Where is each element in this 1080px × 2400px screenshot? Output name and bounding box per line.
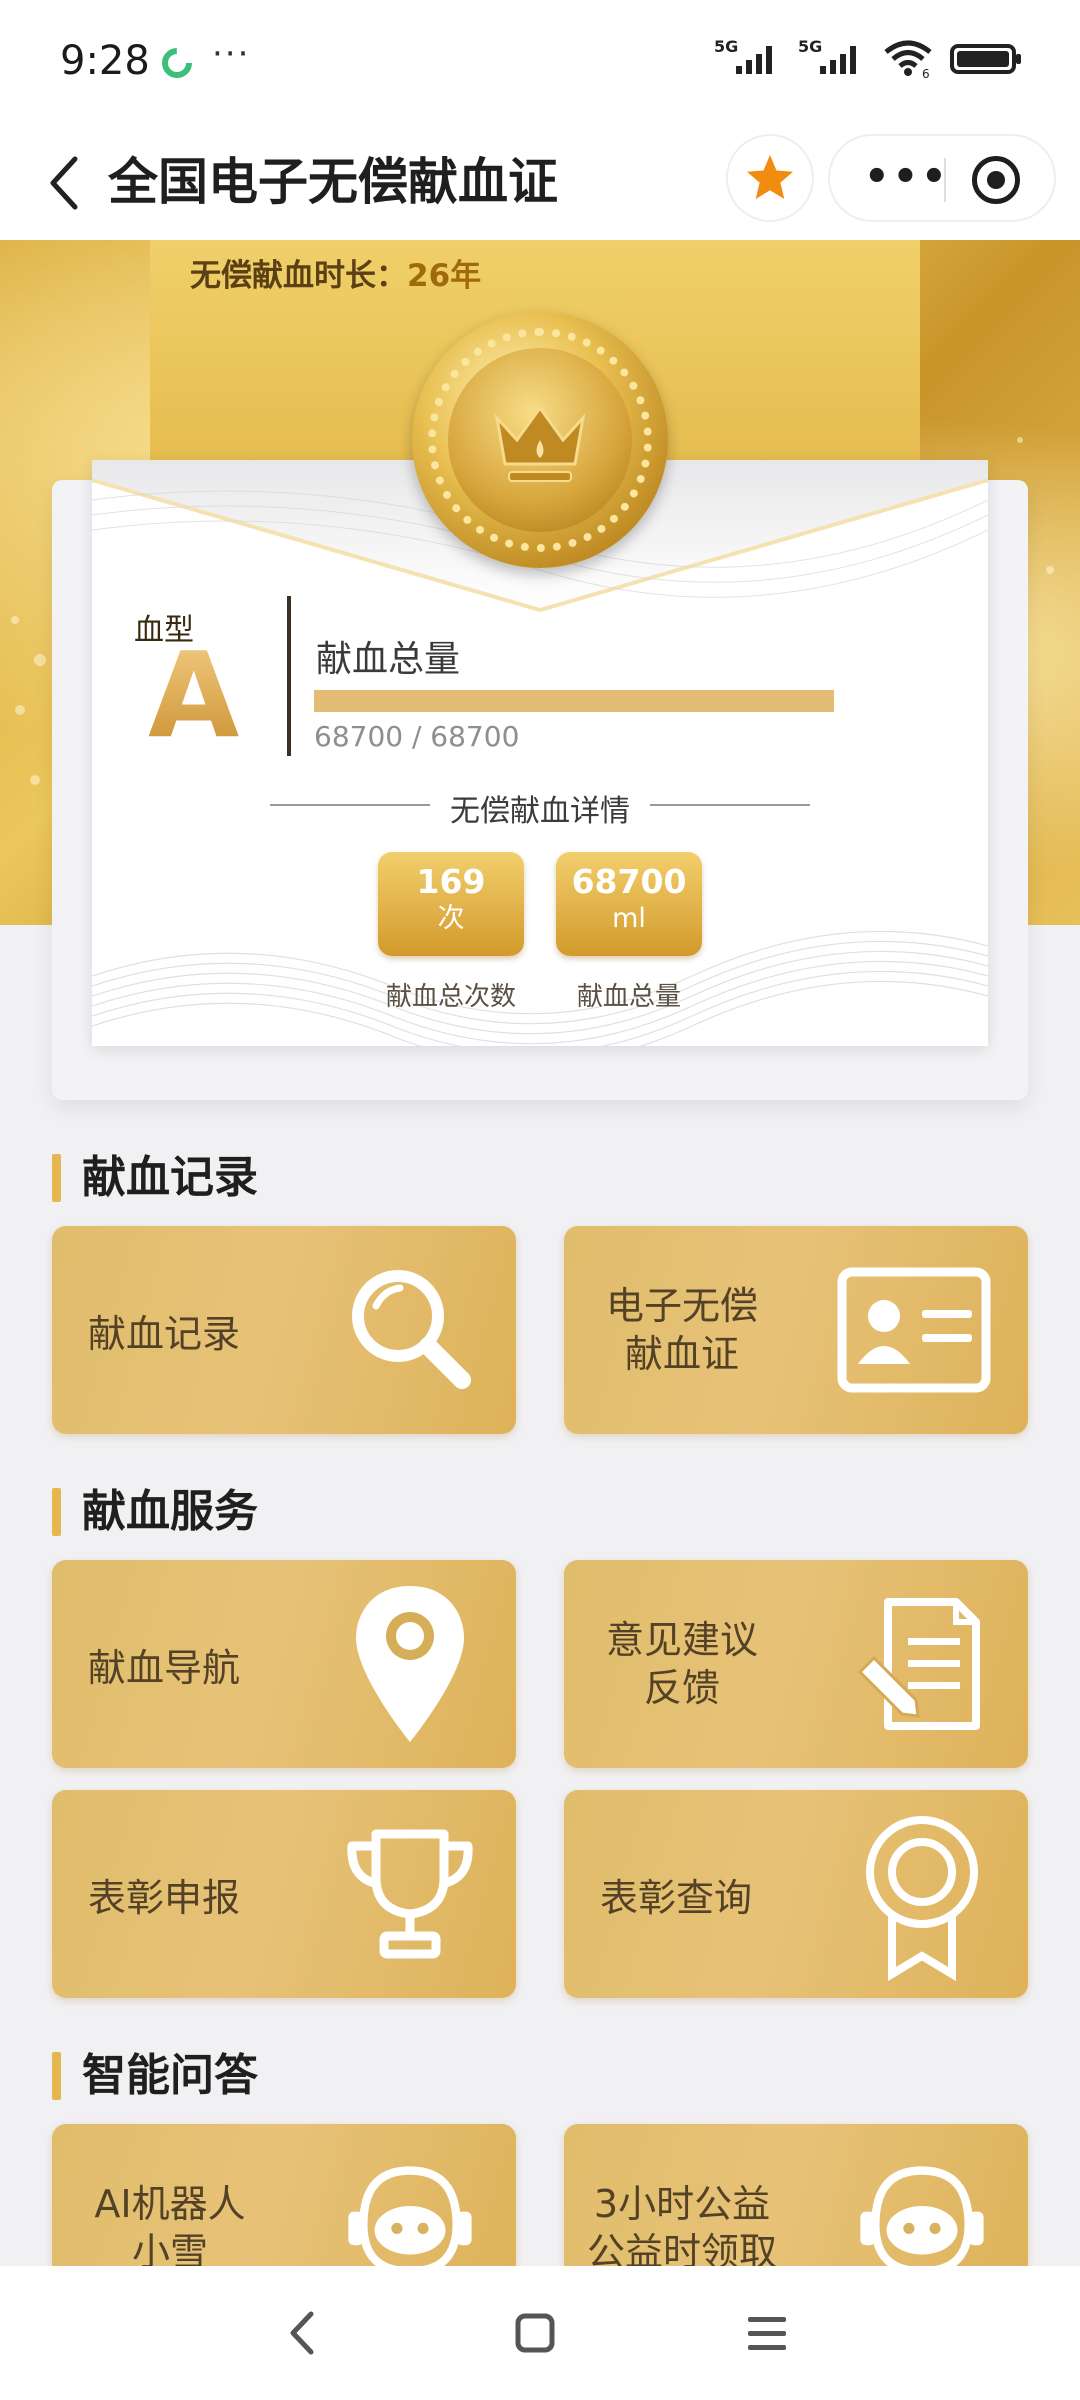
- status-indicators: 5G 5G 6: [714, 38, 1024, 78]
- page-title: 全国电子无偿献血证: [108, 153, 558, 211]
- tile-donation-records[interactable]: 献血记录: [52, 1226, 516, 1434]
- cellular-signal-icon-2: 5G: [798, 38, 856, 74]
- donation-volume-unit: ml: [612, 903, 646, 934]
- tile-volunteer-hours-line1: 3小时公益: [593, 2182, 771, 2226]
- donation-duration: 无偿献血时长：26年: [190, 250, 481, 295]
- donation-count-badge: 169 次: [378, 852, 524, 956]
- status-time: 9:28: [60, 38, 150, 84]
- battery-icon: [950, 44, 1021, 74]
- wifi-icon: 6: [884, 40, 932, 78]
- tile-feedback-line2: 反馈: [643, 1666, 720, 1710]
- network-type-1: 5G: [714, 38, 738, 56]
- donation-progress-bar: [314, 690, 834, 712]
- award-ribbon-icon: [866, 1816, 978, 1982]
- star-icon: [747, 155, 793, 199]
- tile-feedback[interactable]: 意见建议 反馈: [564, 1560, 1028, 1768]
- donation-count-unit: 次: [437, 903, 465, 934]
- section-title-services: 献血服务: [52, 1484, 258, 1540]
- tile-honor-report-label: 表彰申报: [88, 1875, 241, 1920]
- more-options-button[interactable]: •••: [864, 154, 950, 200]
- donation-volume-label: 献血总量: [576, 982, 681, 1012]
- donation-volume-value: 68700: [571, 862, 687, 901]
- favorite-button[interactable]: [726, 134, 814, 222]
- close-program-button[interactable]: [972, 156, 1020, 204]
- donation-details-heading: 无偿献血详情: [270, 786, 810, 829]
- chevron-left-icon: [50, 156, 78, 210]
- magnifier-icon: [352, 1270, 471, 1389]
- donation-progress-text: 68700 / 68700: [314, 720, 520, 753]
- status-more-icon: ···: [212, 34, 251, 74]
- network-type-2: 5G: [798, 38, 822, 56]
- system-navigation-bar: [0, 2266, 1080, 2400]
- wifi-badge: 6: [922, 67, 930, 78]
- heading-line-right: [650, 804, 810, 806]
- system-back-button[interactable]: [270, 2300, 336, 2366]
- back-button[interactable]: [30, 148, 100, 218]
- tile-feedback-label: 意见建议 反馈: [564, 1560, 800, 1768]
- map-pin-icon: [356, 1586, 464, 1742]
- nav-menu-icon: [748, 2317, 786, 2350]
- tile-e-certificate-label: 电子无偿 献血证: [564, 1226, 800, 1434]
- card-wave-pattern: [92, 930, 988, 1046]
- tile-feedback-line1: 意见建议: [605, 1618, 758, 1662]
- medal-face: [448, 348, 632, 532]
- crown-icon: [494, 405, 586, 482]
- system-home-button[interactable]: [502, 2300, 568, 2366]
- blood-type-value: A: [148, 626, 240, 764]
- status-bar: 9:28 ··· 5G 5G 6: [0, 0, 1080, 126]
- tile-ai-robot-line1: AI机器人: [94, 2182, 246, 2226]
- tile-e-certificate[interactable]: 电子无偿 献血证: [564, 1226, 1028, 1434]
- cellular-signal-icon: 5G: [714, 38, 772, 74]
- mini-program-capsule: •••: [828, 134, 1056, 222]
- tile-honor-report[interactable]: 表彰申报: [52, 1790, 516, 1998]
- donation-progress-fill: [314, 690, 834, 712]
- tile-honor-query[interactable]: 表彰查询: [564, 1790, 1028, 1998]
- id-card-icon: [837, 1267, 991, 1393]
- system-menu-button[interactable]: [734, 2300, 800, 2366]
- tile-donation-navigation-label: 献血导航: [88, 1645, 241, 1690]
- card-divider: [287, 596, 291, 756]
- document-edit-icon: [857, 1598, 980, 1730]
- donation-details-title: 无偿献血详情: [450, 794, 630, 829]
- tile-honor-query-label: 表彰查询: [600, 1875, 753, 1920]
- tile-e-certificate-line1: 电子无偿: [605, 1284, 758, 1328]
- tile-e-certificate-line2: 献血证: [624, 1332, 739, 1376]
- section-title-records: 献血记录: [52, 1150, 258, 1206]
- trophy-icon: [347, 1829, 473, 1959]
- donation-total-label: 献血总量: [316, 639, 461, 680]
- donation-volume-badge: 68700 ml: [556, 852, 702, 956]
- nav-back-icon: [290, 2311, 314, 2355]
- duration-label: 无偿献血时长：: [190, 258, 407, 294]
- donation-count-value: 169: [416, 862, 486, 901]
- section-title-qa: 智能问答: [52, 2048, 258, 2104]
- tile-donation-navigation[interactable]: 献血导航: [52, 1560, 516, 1768]
- navigation-header: 全国电子无偿献血证 •••: [0, 126, 1080, 240]
- gold-medal: [412, 312, 668, 568]
- donation-count-label: 献血总次数: [385, 982, 516, 1012]
- capsule-divider: [944, 158, 946, 202]
- app-notification-icon: [162, 48, 192, 78]
- nav-home-icon: [515, 2313, 555, 2353]
- duration-value: 26年: [407, 258, 482, 294]
- tile-donation-records-label: 献血记录: [88, 1311, 241, 1356]
